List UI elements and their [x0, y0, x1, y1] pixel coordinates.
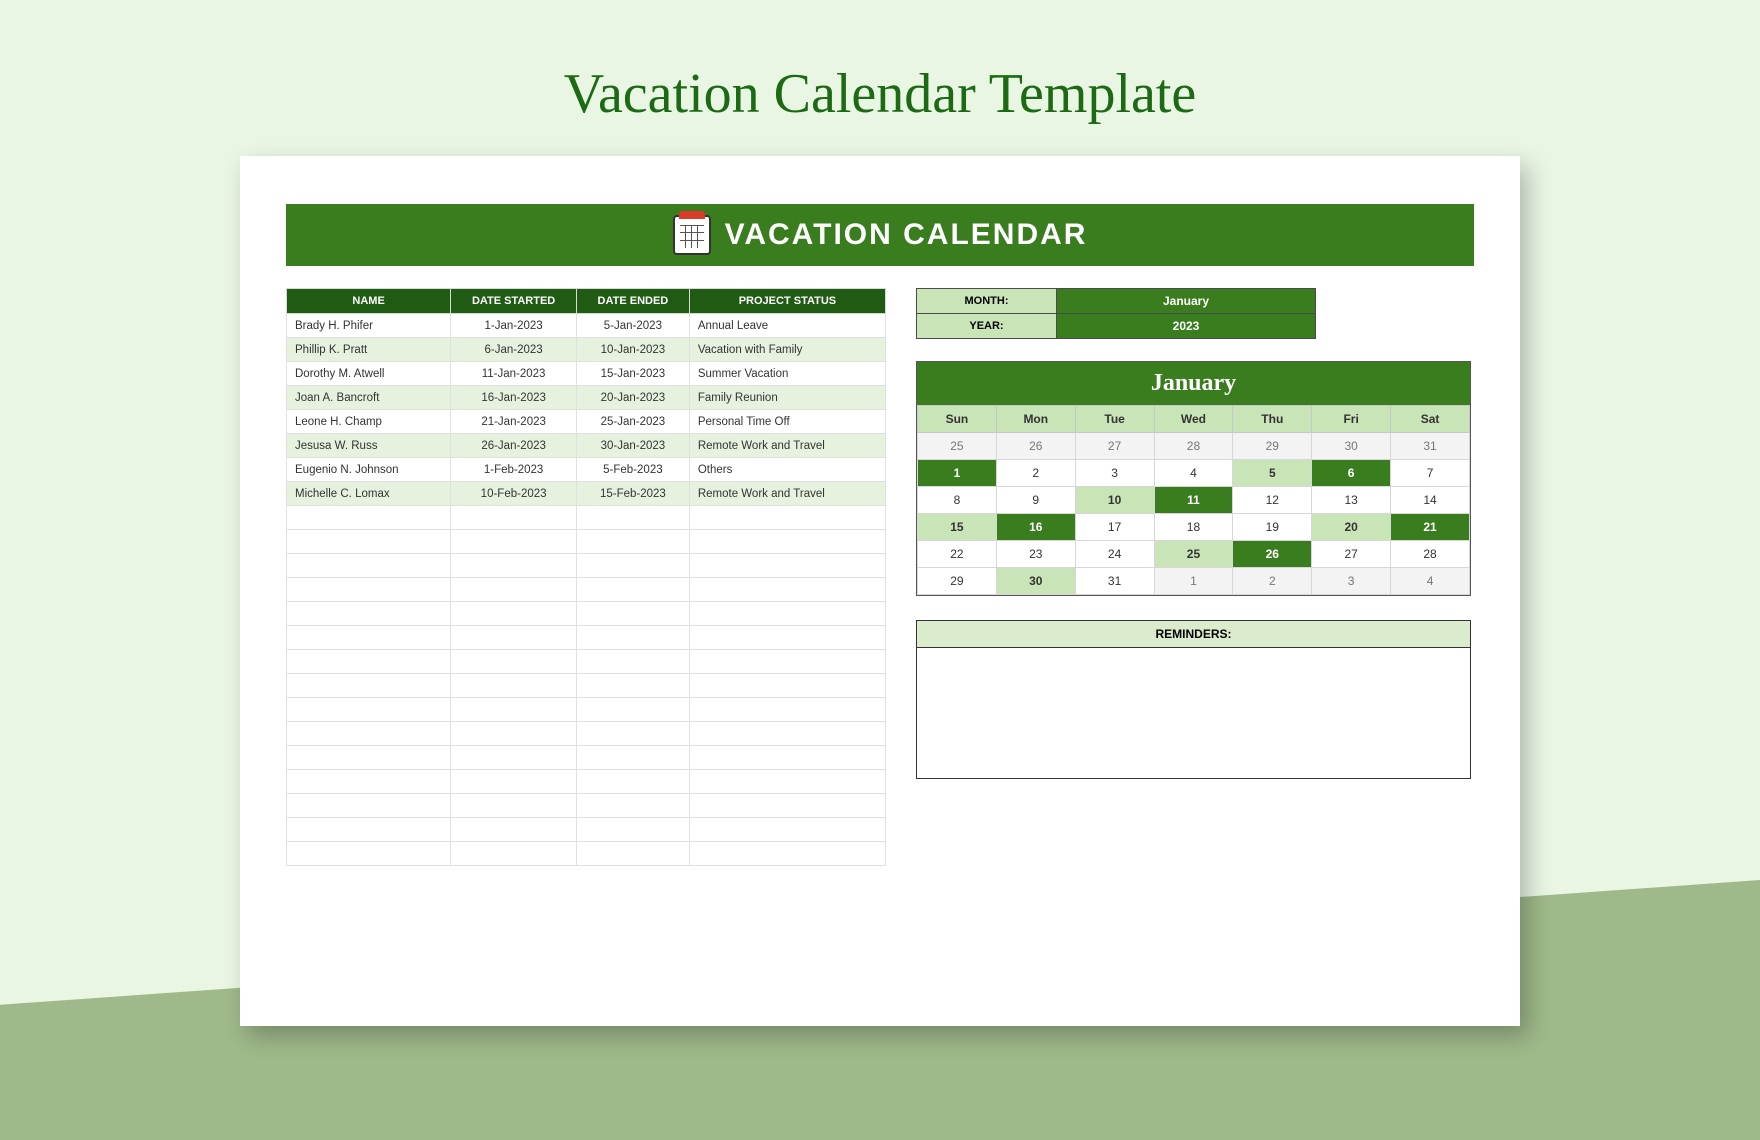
calendar-day[interactable]: 31: [1391, 433, 1470, 460]
calendar-day[interactable]: 7: [1391, 460, 1470, 487]
calendar-day[interactable]: 26: [1233, 541, 1312, 568]
banner: VACATION CALENDAR: [286, 204, 1474, 266]
table-row: [287, 698, 886, 722]
calendar-day[interactable]: 28: [1154, 433, 1233, 460]
table-row: Eugenio N. Johnson1-Feb-20235-Feb-2023Ot…: [287, 458, 886, 482]
table-row: [287, 626, 886, 650]
calendar-day[interactable]: 28: [1391, 541, 1470, 568]
table-row: [287, 818, 886, 842]
calendar-day[interactable]: 3: [1312, 568, 1391, 595]
calendar-day[interactable]: 4: [1154, 460, 1233, 487]
table-header: DATE STARTED: [451, 289, 577, 314]
month-value[interactable]: January: [1057, 289, 1316, 314]
calendar-day[interactable]: 11: [1154, 487, 1233, 514]
table-row: [287, 674, 886, 698]
table-row: [287, 770, 886, 794]
calendar-day[interactable]: 15: [918, 514, 997, 541]
calendar-day[interactable]: 10: [1075, 487, 1154, 514]
calendar-day[interactable]: 29: [1233, 433, 1312, 460]
calendar-day[interactable]: 13: [1312, 487, 1391, 514]
weekday-header: Thu: [1233, 406, 1312, 433]
reminders-body[interactable]: [917, 648, 1470, 778]
mini-calendar: January SunMonTueWedThuFriSat 2526272829…: [916, 361, 1471, 596]
table-row: Michelle C. Lomax10-Feb-202315-Feb-2023R…: [287, 482, 886, 506]
mini-calendar-title: January: [917, 362, 1470, 405]
year-value[interactable]: 2023: [1057, 314, 1316, 339]
table-row: [287, 506, 886, 530]
year-label: YEAR:: [917, 314, 1057, 339]
table-row: Jesusa W. Russ26-Jan-202330-Jan-2023Remo…: [287, 434, 886, 458]
table-row: Joan A. Bancroft16-Jan-202320-Jan-2023Fa…: [287, 386, 886, 410]
table-header: PROJECT STATUS: [689, 289, 885, 314]
table-row: Phillip K. Pratt6-Jan-202310-Jan-2023Vac…: [287, 338, 886, 362]
calendar-day[interactable]: 23: [996, 541, 1075, 568]
banner-title: VACATION CALENDAR: [725, 218, 1088, 252]
table-row: [287, 650, 886, 674]
weekday-header: Wed: [1154, 406, 1233, 433]
calendar-day[interactable]: 24: [1075, 541, 1154, 568]
reminders-label: REMINDERS:: [917, 621, 1470, 648]
table-row: Leone H. Champ21-Jan-202325-Jan-2023Pers…: [287, 410, 886, 434]
calendar-day[interactable]: 26: [996, 433, 1075, 460]
weekday-header: Mon: [996, 406, 1075, 433]
calendar-day[interactable]: 8: [918, 487, 997, 514]
table-row: Dorothy M. Atwell11-Jan-202315-Jan-2023S…: [287, 362, 886, 386]
calendar-day[interactable]: 25: [1154, 541, 1233, 568]
table-header: NAME: [287, 289, 451, 314]
calendar-day[interactable]: 9: [996, 487, 1075, 514]
calendar-day[interactable]: 27: [1312, 541, 1391, 568]
table-row: [287, 842, 886, 866]
table-row: [287, 722, 886, 746]
calendar-day[interactable]: 31: [1075, 568, 1154, 595]
calendar-day[interactable]: 3: [1075, 460, 1154, 487]
template-sheet: VACATION CALENDAR NAMEDATE STARTEDDATE E…: [240, 156, 1520, 1026]
calendar-day[interactable]: 1: [918, 460, 997, 487]
calendar-day[interactable]: 21: [1391, 514, 1470, 541]
calendar-day[interactable]: 17: [1075, 514, 1154, 541]
table-row: [287, 530, 886, 554]
calendar-day[interactable]: 16: [996, 514, 1075, 541]
calendar-day[interactable]: 22: [918, 541, 997, 568]
calendar-day[interactable]: 6: [1312, 460, 1391, 487]
page-title: Vacation Calendar Template: [0, 0, 1760, 156]
meta-table: MONTH: January YEAR: 2023: [916, 288, 1316, 339]
calendar-icon: [673, 215, 711, 255]
table-row: [287, 578, 886, 602]
table-row: [287, 602, 886, 626]
table-row: Brady H. Phifer1-Jan-20235-Jan-2023Annua…: [287, 314, 886, 338]
calendar-day[interactable]: 27: [1075, 433, 1154, 460]
month-label: MONTH:: [917, 289, 1057, 314]
calendar-day[interactable]: 30: [1312, 433, 1391, 460]
calendar-day[interactable]: 20: [1312, 514, 1391, 541]
calendar-day[interactable]: 12: [1233, 487, 1312, 514]
table-header: DATE ENDED: [576, 289, 689, 314]
weekday-header: Sun: [918, 406, 997, 433]
calendar-day[interactable]: 29: [918, 568, 997, 595]
calendar-day[interactable]: 18: [1154, 514, 1233, 541]
calendar-day[interactable]: 1: [1154, 568, 1233, 595]
calendar-day[interactable]: 30: [996, 568, 1075, 595]
calendar-day[interactable]: 5: [1233, 460, 1312, 487]
calendar-day[interactable]: 4: [1391, 568, 1470, 595]
table-row: [287, 554, 886, 578]
calendar-day[interactable]: 19: [1233, 514, 1312, 541]
weekday-header: Tue: [1075, 406, 1154, 433]
calendar-day[interactable]: 2: [1233, 568, 1312, 595]
calendar-day[interactable]: 14: [1391, 487, 1470, 514]
calendar-day[interactable]: 25: [918, 433, 997, 460]
table-row: [287, 794, 886, 818]
weekday-header: Fri: [1312, 406, 1391, 433]
calendar-day[interactable]: 2: [996, 460, 1075, 487]
table-row: [287, 746, 886, 770]
vacation-table: NAMEDATE STARTEDDATE ENDEDPROJECT STATUS…: [286, 288, 886, 866]
reminders-box: REMINDERS:: [916, 620, 1471, 779]
weekday-header: Sat: [1391, 406, 1470, 433]
